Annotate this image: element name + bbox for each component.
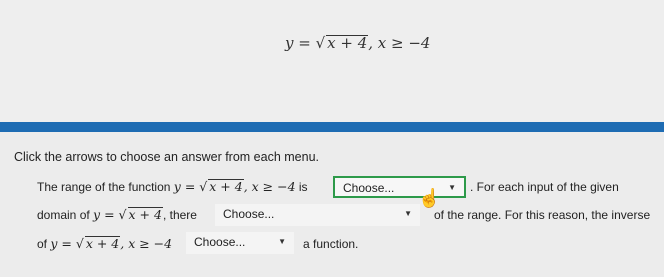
question-line-3: of y = √ x + 4, x ≥ −4 [37, 235, 172, 253]
is-function-dropdown[interactable]: Choose... ▼ [186, 232, 294, 254]
line1-domain: , x ≥ −4 [243, 179, 296, 194]
line3-radicand: x + 4 [84, 236, 121, 251]
equation-radicand: x + 4 [326, 34, 369, 52]
inverse-output-dropdown[interactable]: Choose... ▼ [215, 204, 420, 226]
chevron-down-icon: ▼ [448, 183, 456, 192]
line2-radicand: x + 4 [127, 207, 163, 222]
line3-func-lhs: y = [50, 236, 72, 251]
chevron-down-icon: ▼ [278, 237, 286, 246]
line1-func-lhs: y = [173, 179, 196, 194]
range-dropdown[interactable]: Choose... ▼ [333, 176, 466, 198]
divider-bar [0, 122, 664, 132]
line2-suffix: of the range. For this reason, the inver… [434, 208, 651, 222]
chevron-down-icon: ▼ [404, 209, 412, 218]
equation-lhs: y = [285, 34, 311, 52]
line1-is: is [298, 180, 308, 194]
main-equation: y = √ x + 4, x ≥ −4 [285, 34, 431, 52]
line2-prefix: domain of [37, 208, 90, 222]
range-dropdown-value: Choose... [343, 181, 395, 195]
line1-radicand: x + 4 [208, 179, 244, 194]
line2-function: y = √ x + 4 [93, 207, 163, 222]
line3-prefix: of [37, 237, 48, 251]
equation-domain: , x ≥ −4 [368, 34, 431, 52]
is-function-dropdown-value: Choose... [194, 235, 246, 249]
line3-domain: , x ≥ −4 [120, 236, 173, 251]
inverse-output-dropdown-value: Choose... [223, 207, 275, 221]
line3-suffix: a function. [303, 237, 359, 251]
line2-func-lhs: y = [93, 207, 115, 222]
line3-function: y = √ x + 4, x ≥ −4 [50, 236, 173, 251]
line1-prefix: The range of the function [37, 180, 171, 194]
line2-mid: , there [162, 208, 197, 222]
question-line-2: domain of y = √ x + 4, there [37, 206, 197, 224]
line1-suffix: . For each input of the given [470, 180, 619, 194]
instruction-text: Click the arrows to choose an answer fro… [14, 150, 319, 164]
line1-function: y = √ x + 4, x ≥ −4 [173, 179, 296, 194]
question-line-1: The range of the function y = √ x + 4, x … [37, 178, 308, 196]
question-header: y = √ x + 4, x ≥ −4 [0, 0, 664, 122]
